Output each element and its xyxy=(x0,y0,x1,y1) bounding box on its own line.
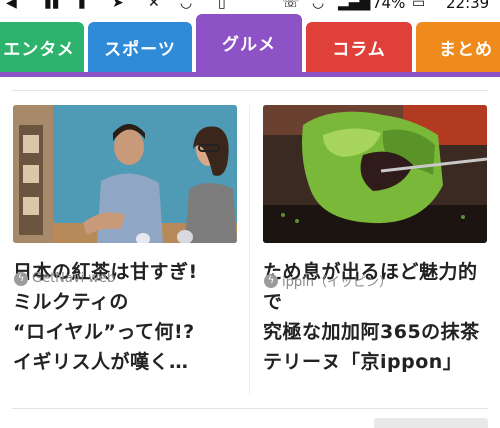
wifi-icon: ◡ xyxy=(312,0,325,11)
two-people-talking-photo xyxy=(13,105,237,243)
article-source-label-2: ippin（イッピン） xyxy=(282,275,392,290)
lightning-icon: ϟ xyxy=(14,271,28,286)
headset-icon: ◡ xyxy=(180,0,193,11)
article-card-2[interactable]: ため息が出るほど魅力的で 究極な加加阿365の抹茶 テリーヌ「京ippon」 xyxy=(263,105,487,377)
clock-time: 22:39 xyxy=(446,0,490,12)
article-source-2: ϟ ippin（イッピン） xyxy=(264,271,392,290)
column-separator xyxy=(249,105,250,395)
back-arrow-icon: ◀ xyxy=(6,0,17,11)
mute-icon: ✕ xyxy=(148,0,160,11)
status-bar: ◀ ▮▮ ▮ ➤ ✕ ◡ ▯ ☏ ◡ ▂▄▆ 74% ▭ 22:39 xyxy=(0,0,500,14)
signal-icon: ▂▄▆ xyxy=(338,0,371,11)
category-tab-bar: エンタメ スポーツ グルメ コラム まとめ xyxy=(0,14,500,77)
send-icon: ➤ xyxy=(112,0,124,11)
tab-gourmet[interactable]: グルメ xyxy=(196,14,302,72)
article-source-label-1: GetNavi web xyxy=(32,271,116,286)
tab-matome[interactable]: まとめ xyxy=(416,22,500,72)
tab-label: エンタメ xyxy=(3,39,75,60)
next-article-thumbnail[interactable] xyxy=(374,418,488,428)
notification-icon-2: ▮ xyxy=(78,0,86,11)
active-tab-underline xyxy=(0,72,500,77)
article-thumbnail-1[interactable] xyxy=(13,105,237,243)
tab-label: スポーツ xyxy=(104,39,176,60)
article-source-1: ϟ GetNavi web xyxy=(14,271,115,286)
tab-sports[interactable]: スポーツ xyxy=(88,22,192,72)
divider-bottom xyxy=(12,408,488,409)
divider-top xyxy=(12,90,488,91)
tab-entame[interactable]: エンタメ xyxy=(0,22,84,72)
phone-icon: ☏ xyxy=(282,0,300,11)
battery-percent: 74% xyxy=(372,0,406,12)
battery-saver-icon: ▯ xyxy=(218,0,226,11)
lightning-icon: ϟ xyxy=(264,273,278,288)
tab-label: まとめ xyxy=(439,39,493,60)
notification-icon: ▮▮ xyxy=(44,0,60,11)
tab-label: グルメ xyxy=(222,35,276,55)
article-thumbnail-2[interactable] xyxy=(263,105,487,243)
battery-icon: ▭ xyxy=(412,0,426,11)
matcha-terrine-photo xyxy=(263,105,487,243)
tab-label: コラム xyxy=(332,39,386,60)
tab-column[interactable]: コラム xyxy=(306,22,412,72)
article-card-1[interactable]: 日本の紅茶は甘すぎ! ミルクティの “ロイヤル”って何!? イギリス人が嘆く… xyxy=(13,105,237,377)
